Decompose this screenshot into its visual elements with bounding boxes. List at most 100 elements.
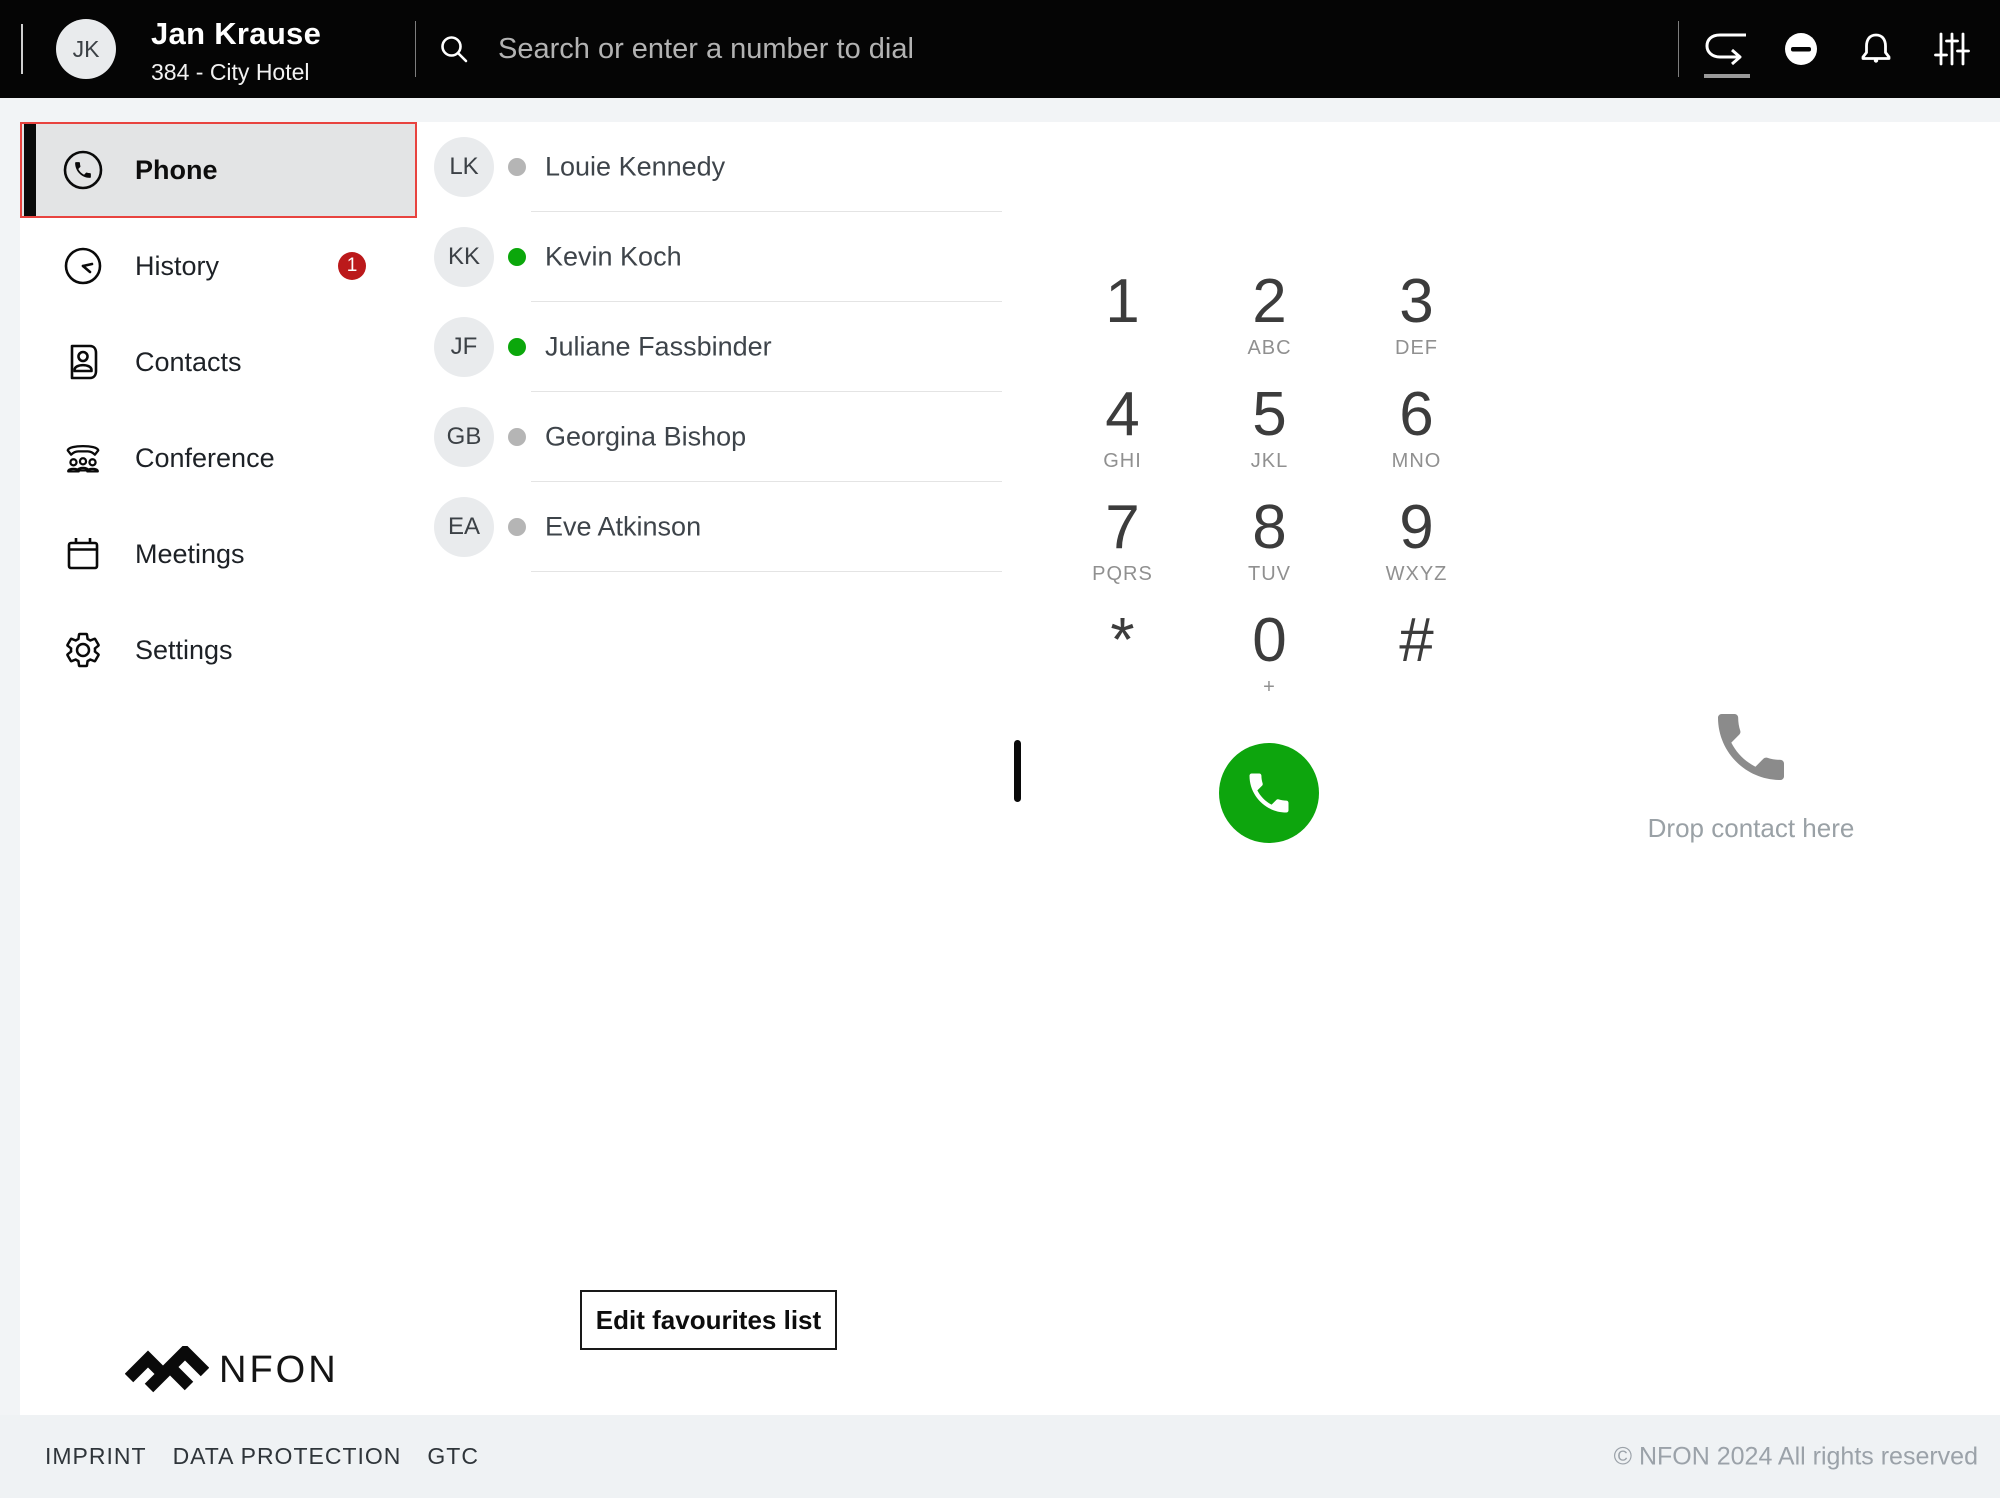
contact-avatar: KK <box>434 227 494 287</box>
user-avatar[interactable]: JK <box>56 19 116 79</box>
panel-resize-handle[interactable] <box>1014 740 1021 802</box>
sidebar-item-label: Meetings <box>135 539 245 570</box>
contact-name: Georgina Bishop <box>545 422 746 453</box>
call-forward-button[interactable] <box>1698 0 1756 98</box>
dialpad-key-0[interactable]: 0 + <box>1196 606 1343 719</box>
call-forward-underline <box>1704 74 1750 78</box>
call-icon <box>1243 767 1295 819</box>
nfon-logo-text: NFON <box>219 1349 339 1392</box>
notifications-button[interactable] <box>1847 0 1905 98</box>
status-busy-icon <box>1783 31 1819 67</box>
key-letters: MNO <box>1343 450 1490 472</box>
key-digit: 3 <box>1343 267 1490 337</box>
drop-zone-label: Drop contact here <box>1502 813 2000 844</box>
phone-icon <box>63 150 103 190</box>
footer-link-imprint[interactable]: IMPRINT <box>45 1443 147 1470</box>
gear-icon <box>63 630 103 670</box>
header-left-divider <box>21 24 23 74</box>
row-divider <box>531 571 1002 572</box>
contact-name: Louie Kennedy <box>545 152 725 183</box>
favorite-contact-row[interactable]: EA Eve Atkinson <box>417 482 1002 572</box>
dialpad-key-hash[interactable]: # <box>1343 606 1490 719</box>
search-input[interactable] <box>496 32 1400 67</box>
sidebar-item-label: Phone <box>135 155 218 186</box>
panel-gutter <box>1002 122 1034 1415</box>
favorite-contact-row[interactable]: GB Georgina Bishop <box>417 392 1002 482</box>
contact-avatar: GB <box>434 407 494 467</box>
presence-status-dot <box>508 158 526 176</box>
sidebar-item-history[interactable]: History 1 <box>20 218 417 314</box>
user-name: Jan Krause <box>151 16 321 52</box>
audio-sliders-icon <box>1932 29 1972 69</box>
dialpad-key-2[interactable]: 2 ABC <box>1196 267 1343 380</box>
status-busy-button[interactable] <box>1772 0 1830 98</box>
key-letters: WXYZ <box>1343 563 1490 585</box>
history-badge: 1 <box>338 252 366 280</box>
footer-link-gtc[interactable]: GTC <box>427 1443 479 1470</box>
dialpad-key-1[interactable]: 1 <box>1049 267 1196 380</box>
key-letters: ABC <box>1196 337 1343 359</box>
key-letters: PQRS <box>1049 563 1196 585</box>
contact-avatar: LK <box>434 137 494 197</box>
key-digit: 8 <box>1196 493 1343 563</box>
dialpad-key-9[interactable]: 9 WXYZ <box>1343 493 1490 606</box>
dialpad-key-6[interactable]: 6 MNO <box>1343 380 1490 493</box>
sidebar-item-label: History <box>135 251 219 282</box>
contact-name: Juliane Fassbinder <box>545 332 772 363</box>
key-letters: GHI <box>1049 450 1196 472</box>
header-divider <box>415 21 416 77</box>
footer-link-data-protection[interactable]: DATA PROTECTION <box>173 1443 402 1470</box>
sidebar-item-meetings[interactable]: Meetings <box>20 506 417 602</box>
contacts-book-icon <box>63 342 103 382</box>
favorite-contact-row[interactable]: JF Juliane Fassbinder <box>417 302 1002 392</box>
sidebar-item-conference[interactable]: Conference <box>20 410 417 506</box>
favorite-contact-row[interactable]: KK Kevin Koch <box>417 212 1002 302</box>
key-digit: * <box>1049 606 1196 676</box>
contact-name: Kevin Koch <box>545 242 682 273</box>
key-digit: 7 <box>1049 493 1196 563</box>
dialpad-key-8[interactable]: 8 TUV <box>1196 493 1343 606</box>
favorites-panel: LK Louie Kennedy KK Kevin Koch JF Julian… <box>417 122 1003 1415</box>
dialpad-key-7[interactable]: 7 PQRS <box>1049 493 1196 606</box>
user-extension: 384 - City Hotel <box>151 59 321 86</box>
key-digit: 5 <box>1196 380 1343 450</box>
key-digit: 0 <box>1196 606 1343 676</box>
user-info: Jan Krause 384 - City Hotel <box>151 16 321 86</box>
active-indicator-bar <box>24 124 36 216</box>
main-area: Phone History 1 <box>0 98 2000 1415</box>
contact-avatar: EA <box>434 497 494 557</box>
key-digit: 2 <box>1196 267 1343 337</box>
dialpad-panel: 1 2 ABC 3 DEF 4 GHI 5 JKL <box>1034 122 1503 1415</box>
nfon-logo-mark <box>125 1346 209 1394</box>
dialpad-key-3[interactable]: 3 DEF <box>1343 267 1490 380</box>
contact-name: Eve Atkinson <box>545 512 701 543</box>
copyright-text: © NFON 2024 All rights reserved <box>1614 1442 1978 1471</box>
sidebar-item-settings[interactable]: Settings <box>20 602 417 698</box>
search-icon <box>438 33 470 65</box>
drop-zone-content: Drop contact here <box>1502 703 2000 844</box>
drop-contact-zone[interactable]: Drop contact here <box>1502 122 2000 1415</box>
dialpad-key-star[interactable]: * <box>1049 606 1196 719</box>
key-digit: 9 <box>1343 493 1490 563</box>
calendar-icon <box>63 534 103 574</box>
key-letters: JKL <box>1196 450 1343 472</box>
presence-status-dot <box>508 518 526 536</box>
edit-favourites-button[interactable]: Edit favourites list <box>580 1290 837 1350</box>
dialpad-key-5[interactable]: 5 JKL <box>1196 380 1343 493</box>
sidebar-item-label: Settings <box>135 635 233 666</box>
call-forward-icon <box>1698 17 1756 81</box>
key-letters: TUV <box>1196 563 1343 585</box>
footer-links: IMPRINT DATA PROTECTION GTC <box>45 1415 479 1498</box>
audio-settings-button[interactable] <box>1923 0 1981 98</box>
sidebar-item-contacts[interactable]: Contacts <box>20 314 417 410</box>
call-button[interactable] <box>1219 743 1319 843</box>
conference-icon <box>63 438 103 478</box>
sidebar-item-phone[interactable]: Phone <box>20 122 417 218</box>
favorite-contact-row[interactable]: LK Louie Kennedy <box>417 122 1002 212</box>
search-bar <box>438 0 1400 98</box>
presence-status-dot <box>508 428 526 446</box>
nfon-logo: NFON <box>125 1346 339 1394</box>
presence-status-dot <box>508 338 526 356</box>
footer: IMPRINT DATA PROTECTION GTC © NFON 2024 … <box>0 1415 2000 1498</box>
dialpad-key-4[interactable]: 4 GHI <box>1049 380 1196 493</box>
